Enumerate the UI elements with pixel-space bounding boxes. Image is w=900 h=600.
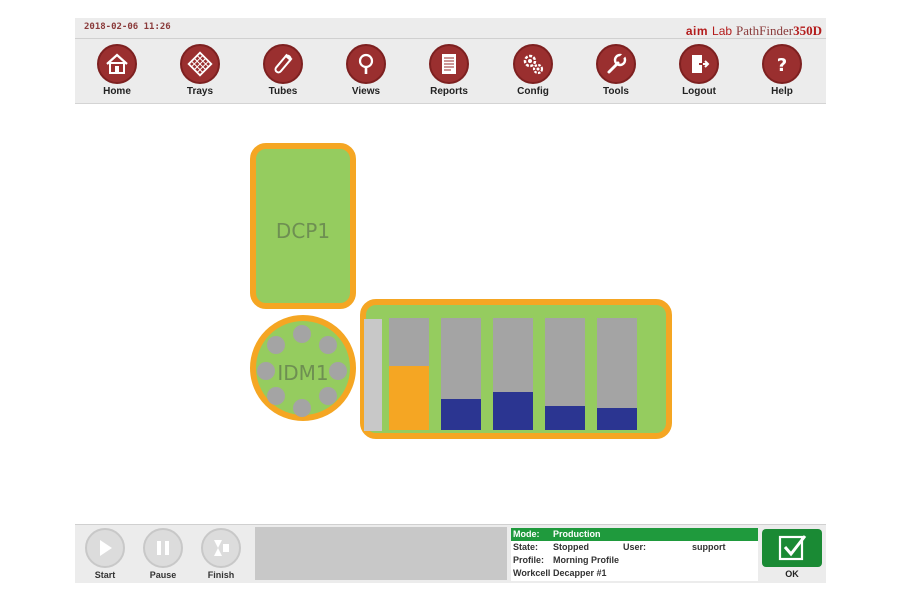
workcell-value: Decapper #1 xyxy=(553,568,607,578)
document-icon xyxy=(442,54,456,74)
brand-product: PathFinder xyxy=(736,23,794,38)
idm1-label: IDM1 xyxy=(277,361,329,385)
home-label: Home xyxy=(103,86,131,97)
rack-slot[interactable] xyxy=(441,318,481,430)
finish-label: Finish xyxy=(207,570,235,580)
start-label: Start xyxy=(94,570,116,580)
brand-model: 350D xyxy=(793,23,822,38)
hourglass-icon xyxy=(214,540,229,556)
rack-slot-fill xyxy=(545,406,585,430)
play-icon xyxy=(100,540,112,556)
rack-slot[interactable] xyxy=(389,318,429,430)
logout-button[interactable]: Logout xyxy=(669,42,729,102)
tray-grid-icon xyxy=(187,51,213,77)
help-button[interactable]: ? Help xyxy=(752,42,812,102)
idm-position xyxy=(319,336,337,354)
home-button[interactable]: Home xyxy=(87,42,147,102)
status-panel: Mode: Production State: Stopped User: su… xyxy=(511,528,758,581)
profile-row: Profile: Morning Profile xyxy=(511,554,758,567)
profile-label: Profile: xyxy=(513,555,545,565)
main-toolbar: Home Trays Tubes Views Reports Config To… xyxy=(75,39,826,104)
state-value: Stopped xyxy=(553,542,589,552)
tube-icon xyxy=(274,53,293,74)
start-button[interactable]: Start xyxy=(77,528,133,580)
tubes-button[interactable]: Tubes xyxy=(253,42,313,102)
workcell-row: Workcell Decapper #1 xyxy=(511,567,758,580)
pause-icon xyxy=(157,541,169,555)
wrench-icon xyxy=(607,53,627,74)
trays-button[interactable]: Trays xyxy=(170,42,230,102)
config-button[interactable]: Config xyxy=(503,42,563,102)
idm-position xyxy=(267,387,285,405)
mode-label: Mode: xyxy=(513,529,540,539)
user-value: support xyxy=(692,542,726,552)
tools-button[interactable]: Tools xyxy=(586,42,646,102)
brand-lab: Lab xyxy=(712,24,733,38)
rack-slot[interactable] xyxy=(545,318,585,430)
brand-logo: aim Lab PathFinder350D xyxy=(685,20,822,38)
logout-icon xyxy=(692,55,710,73)
svg-text:?: ? xyxy=(777,55,787,76)
tools-label: Tools xyxy=(603,86,629,97)
magnifier-icon xyxy=(358,53,374,74)
title-bar: 2018-02-06 11:26 aim Lab PathFinder350D xyxy=(75,18,826,39)
pause-label: Pause xyxy=(149,570,177,580)
mode-value: Production xyxy=(553,529,601,539)
message-area xyxy=(255,527,507,580)
config-label: Config xyxy=(517,86,549,97)
rack-slot-fill xyxy=(493,391,533,430)
idm-position xyxy=(319,387,337,405)
rack-slot[interactable] xyxy=(597,318,637,430)
idm-position xyxy=(267,336,285,354)
rack-slot-fill xyxy=(389,366,429,430)
reports-button[interactable]: Reports xyxy=(419,42,479,102)
logout-label: Logout xyxy=(682,86,716,97)
gears-icon xyxy=(523,54,544,75)
bottom-panel: Start Pause Finish Mode: Production Stat… xyxy=(75,524,826,583)
views-button[interactable]: Views xyxy=(336,42,396,102)
reports-label: Reports xyxy=(430,86,468,97)
pause-button[interactable]: Pause xyxy=(135,528,191,580)
workcell-label: Workcell xyxy=(513,568,551,578)
rack-slot[interactable] xyxy=(493,318,533,430)
idm1-module[interactable]: IDM1 xyxy=(250,315,356,421)
dcp1-module[interactable]: DCP1 xyxy=(250,143,356,309)
ok-button[interactable]: OK xyxy=(761,529,823,579)
tubes-label: Tubes xyxy=(268,86,298,97)
user-label: User: xyxy=(623,542,647,552)
profile-value: Morning Profile xyxy=(553,555,619,565)
dcp1-label: DCP1 xyxy=(275,219,331,243)
mode-row: Mode: Production xyxy=(511,528,758,541)
idm-position xyxy=(293,399,311,417)
state-label: State: xyxy=(513,542,539,552)
app-window: 2018-02-06 11:26 aim Lab PathFinder350D … xyxy=(75,18,826,583)
rack-slot-fill xyxy=(441,398,481,430)
rack-slot-fill xyxy=(597,407,637,430)
home-icon xyxy=(106,53,128,74)
rack-rail xyxy=(364,319,382,431)
brand-aim: aim xyxy=(685,24,709,38)
idm-position xyxy=(293,325,311,343)
ok-label: OK xyxy=(785,569,799,579)
state-row: State: Stopped User: support xyxy=(511,541,758,554)
datetime: 2018-02-06 11:26 xyxy=(84,22,171,32)
checkbox-check-icon xyxy=(778,535,807,561)
help-label: Help xyxy=(771,86,793,97)
question-icon: ? xyxy=(777,55,787,76)
views-label: Views xyxy=(351,86,381,97)
trays-label: Trays xyxy=(186,86,214,97)
workcell-diagram: DCP1 IDM1 xyxy=(75,104,826,524)
output-rack-module[interactable] xyxy=(360,299,672,439)
finish-button[interactable]: Finish xyxy=(193,528,249,580)
